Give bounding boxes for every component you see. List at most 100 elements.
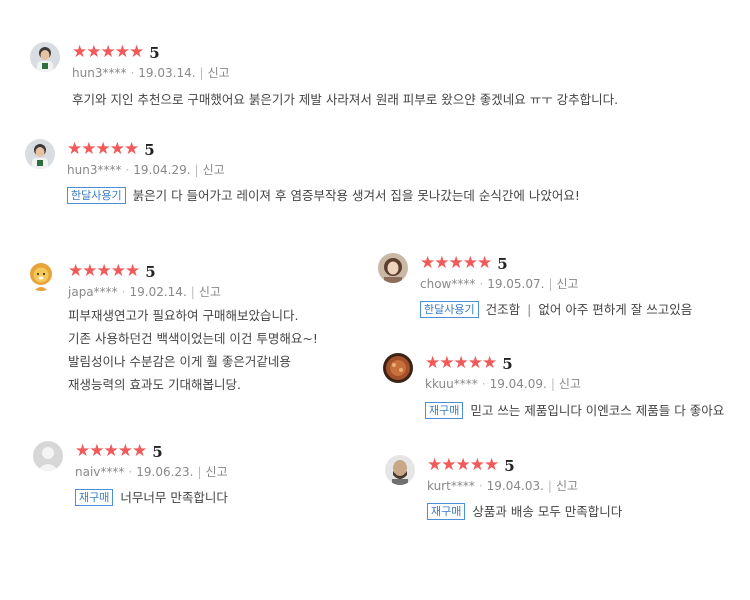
star-icon: ★	[72, 42, 87, 62]
star-rating: ★ ★ ★ ★ ★	[75, 441, 147, 461]
rating-row: ★ ★ ★ ★ ★ 5	[420, 253, 508, 273]
rating-score: 5	[145, 262, 156, 281]
review-tag: 재구매	[425, 402, 464, 419]
review-tag: 재구매	[75, 489, 114, 506]
star-icon: ★	[96, 261, 112, 281]
rating-row: ★ ★ ★ ★ ★ 5	[427, 455, 515, 475]
review-line: 기존 사용하던건 백색이었는데 이건 투명해요~!	[68, 331, 318, 346]
review-date: 19.03.14.	[138, 66, 196, 80]
review-text: 재구매 상품과 배송 모두 만족합니다	[427, 500, 622, 523]
star-icon: ★	[469, 455, 485, 475]
report-button[interactable]: 신고	[206, 465, 228, 479]
review-line: 후기와 지인 추천으로 구매했어요 붉은기가 제발 사라져서 원래 피부로 왔으…	[72, 92, 619, 107]
star-icon: ★	[484, 455, 499, 475]
rating-row: ★ ★ ★ ★ ★ 5	[67, 139, 155, 159]
review-meta: naiv**** · 19.06.23. | 신고	[75, 465, 228, 479]
review-date: 19.02.14.	[129, 285, 187, 299]
food-photo-avatar	[383, 353, 413, 383]
star-icon: ★	[95, 139, 111, 159]
star-rating: ★ ★ ★ ★ ★	[68, 261, 140, 281]
star-icon: ★	[477, 253, 492, 273]
review-line: 붉은기 다 들어가고 레이져 후 염증부작용 생겨서 집을 못나갔는데 순식간에…	[132, 188, 580, 203]
review-line: 피부재생연고가 필요하여 구매해보았습니다.	[68, 308, 299, 323]
person-photo-avatar	[30, 42, 60, 72]
star-rating: ★ ★ ★ ★ ★	[72, 42, 144, 62]
review-line: 너무너무 만족합니다	[120, 490, 228, 505]
star-icon: ★	[86, 42, 101, 62]
star-icon: ★	[455, 455, 471, 475]
star-icon: ★	[68, 261, 83, 281]
review-date: 19.04.29.	[133, 163, 191, 177]
rating-score: 5	[152, 442, 163, 461]
text-separator: |	[527, 302, 532, 317]
username: hun3****	[67, 163, 122, 177]
star-icon: ★	[89, 441, 104, 461]
review-tag: 재구매	[427, 503, 466, 520]
report-button[interactable]: 신고	[203, 163, 225, 177]
review-line: 믿고 쓰는 제품입니다 이엔코스 제품들 다 좋아요	[470, 403, 725, 418]
review-date: 19.06.23.	[136, 465, 194, 479]
report-button[interactable]: 신고	[559, 377, 581, 391]
star-icon: ★	[467, 353, 483, 373]
woman-photo-avatar	[378, 253, 408, 283]
report-button[interactable]: 신고	[556, 479, 578, 493]
username: hun3****	[72, 66, 127, 80]
lion-character-avatar	[26, 261, 56, 291]
star-icon: ★	[129, 42, 144, 62]
review-line: 발림성이나 수분감은 이게 훨 좋은거같네용	[68, 354, 291, 369]
review-tag: 한달사용기	[67, 187, 126, 204]
star-icon: ★	[67, 139, 82, 159]
review-line: 상품과 배송 모두 만족합니다	[472, 504, 623, 519]
star-icon: ★	[439, 353, 454, 373]
star-icon: ★	[117, 441, 133, 461]
star-icon: ★	[125, 261, 140, 281]
review-date: 19.04.09.	[489, 377, 547, 391]
star-rating: ★ ★ ★ ★ ★	[420, 253, 492, 273]
username: japa****	[68, 285, 118, 299]
review-text: 재구매 너무너무 만족합니다	[75, 486, 228, 509]
star-icon: ★	[81, 139, 96, 159]
star-icon: ★	[75, 441, 90, 461]
rating-score: 5	[502, 354, 513, 373]
review-text-part: 건조함	[485, 302, 521, 317]
review-text: 피부재생연고가 필요하여 구매해보았습니다. 기존 사용하던건 백색이었는데 이…	[68, 304, 318, 396]
rating-row: ★ ★ ★ ★ ★ 5	[75, 441, 163, 461]
review-date: 19.04.03.	[486, 479, 544, 493]
star-icon: ★	[110, 261, 126, 281]
person-photo-avatar	[25, 139, 55, 169]
man-photo-avatar	[385, 455, 415, 485]
star-icon: ★	[448, 253, 464, 273]
review-text: 후기와 지인 추천으로 구매했어요 붉은기가 제발 사라져서 원래 피부로 왔으…	[72, 88, 618, 111]
star-icon: ★	[441, 455, 456, 475]
review-date: 19.05.07.	[487, 277, 545, 291]
star-icon: ★	[425, 353, 440, 373]
rating-row: ★ ★ ★ ★ ★ 5	[72, 42, 160, 62]
review-text: 한달사용기 붉은기 다 들어가고 레이져 후 염증부작용 생겨서 집을 못나갔는데…	[67, 184, 580, 207]
username: chow****	[420, 277, 476, 291]
star-icon: ★	[453, 353, 469, 373]
review-meta: hun3**** · 19.03.14. | 신고	[72, 66, 230, 80]
report-button[interactable]: 신고	[208, 66, 230, 80]
rating-row: ★ ★ ★ ★ ★ 5	[425, 353, 513, 373]
star-rating: ★ ★ ★ ★ ★	[425, 353, 497, 373]
rating-score: 5	[497, 254, 508, 273]
report-button[interactable]: 신고	[199, 285, 221, 299]
review-text: 재구매 믿고 쓰는 제품입니다 이엔코스 제품들 다 좋아요	[425, 399, 724, 422]
star-rating: ★ ★ ★ ★ ★	[427, 455, 499, 475]
report-button[interactable]: 신고	[557, 277, 579, 291]
rating-row: ★ ★ ★ ★ ★ 5	[68, 261, 156, 281]
star-icon: ★	[103, 441, 119, 461]
star-icon: ★	[100, 42, 116, 62]
star-icon: ★	[482, 353, 497, 373]
default-user-avatar	[33, 441, 63, 471]
review-meta: chow**** · 19.05.07. | 신고	[420, 277, 579, 291]
star-icon: ★	[462, 253, 478, 273]
star-icon: ★	[109, 139, 125, 159]
review-tag: 한달사용기	[420, 301, 479, 318]
username: naiv****	[75, 465, 125, 479]
rating-score: 5	[149, 43, 160, 62]
username: kkuu****	[425, 377, 478, 391]
star-icon: ★	[420, 253, 435, 273]
star-icon: ★	[124, 139, 139, 159]
star-icon: ★	[434, 253, 449, 273]
